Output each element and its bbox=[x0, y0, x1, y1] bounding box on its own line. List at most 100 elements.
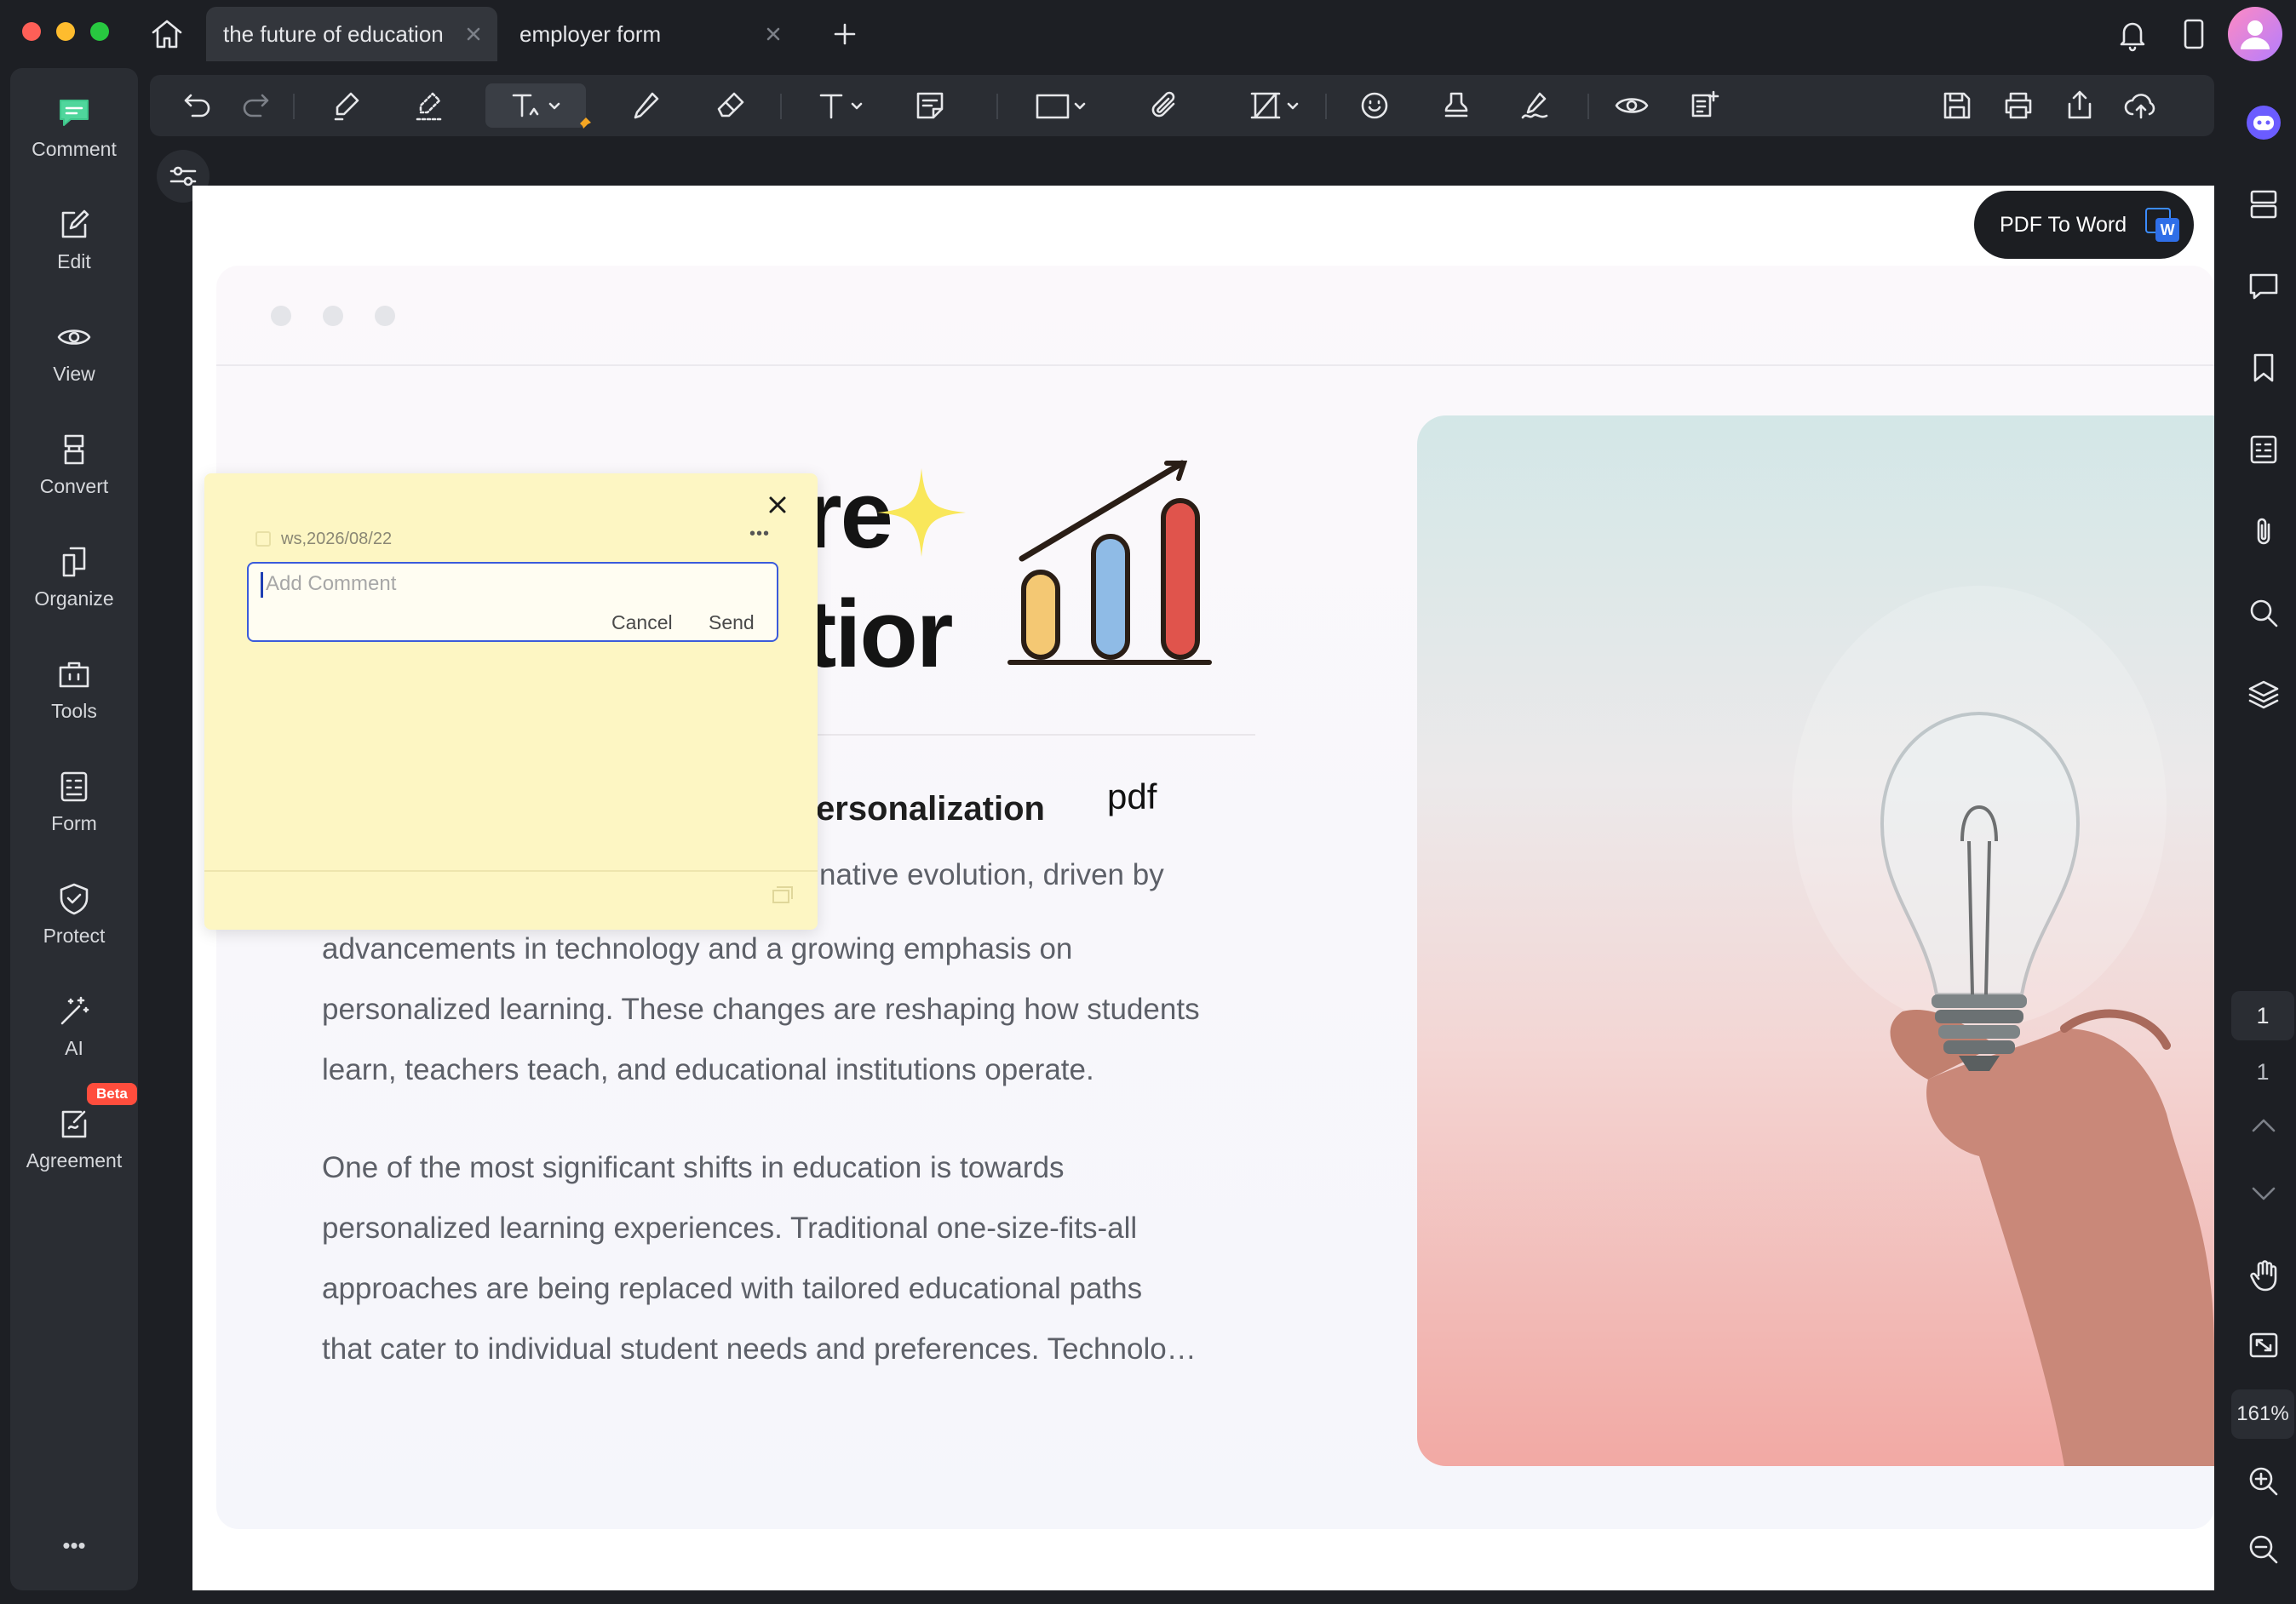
sparkle-decoration bbox=[877, 468, 966, 557]
stamp-icon[interactable] bbox=[1434, 83, 1478, 128]
sidebar-item-organize[interactable]: Organize bbox=[10, 531, 138, 625]
sidebar-item-convert[interactable]: Convert bbox=[10, 419, 138, 513]
decorative-dot bbox=[375, 306, 395, 326]
tools-icon bbox=[59, 662, 89, 688]
toolbar-divider bbox=[1587, 94, 1589, 119]
left-sidebar: Comment Edit View Convert Organize Tools… bbox=[10, 68, 138, 1590]
new-tab-icon[interactable] bbox=[829, 19, 860, 49]
agreement-icon bbox=[61, 1110, 87, 1138]
send-button[interactable]: Send bbox=[709, 611, 755, 634]
pdf-label: pdf bbox=[1107, 776, 1157, 816]
fit-page-icon[interactable] bbox=[2240, 1321, 2287, 1369]
minimize-window-button[interactable] bbox=[56, 22, 75, 41]
page-header-divider bbox=[216, 364, 2214, 366]
sidebar-item-view[interactable]: View bbox=[10, 306, 138, 400]
popup-divider bbox=[204, 870, 818, 872]
maximize-window-button[interactable] bbox=[90, 22, 109, 41]
area-highlight-icon[interactable] bbox=[407, 83, 451, 128]
text-tool[interactable] bbox=[807, 83, 872, 128]
paragraph-2: One of the most significant shifts in ed… bbox=[322, 1137, 1276, 1379]
chevron-down-icon bbox=[1074, 102, 1086, 110]
sidebar-item-label: Edit bbox=[57, 250, 91, 272]
text-markup-tool[interactable] bbox=[485, 83, 586, 128]
save-icon[interactable] bbox=[1935, 83, 1979, 128]
zoom-in-icon[interactable] bbox=[2240, 1458, 2287, 1505]
paragraph-line: that cater to individual student needs a… bbox=[322, 1332, 1197, 1366]
cloud-upload-icon[interactable] bbox=[2119, 83, 2163, 128]
comment-input-placeholder: Add Comment bbox=[266, 572, 397, 595]
toolbar-divider bbox=[293, 94, 295, 119]
ai-assistant-icon[interactable] bbox=[2240, 99, 2287, 146]
form-fields-icon[interactable] bbox=[2240, 426, 2287, 473]
share-icon[interactable] bbox=[2058, 83, 2102, 128]
sidebar-item-comment[interactable]: Comment bbox=[10, 82, 138, 175]
sidebar-item-label: Convert bbox=[39, 475, 109, 497]
signature-icon[interactable] bbox=[1512, 83, 1557, 128]
zoom-out-icon[interactable] bbox=[2240, 1526, 2287, 1573]
next-page-icon[interactable] bbox=[2240, 1170, 2287, 1217]
zoom-level[interactable]: 161% bbox=[2231, 1389, 2294, 1439]
pin-icon bbox=[577, 116, 593, 131]
attachments-panel-icon[interactable] bbox=[2240, 507, 2287, 555]
sidebar-item-protect[interactable]: Protect bbox=[10, 868, 138, 962]
protect-icon bbox=[60, 883, 89, 915]
sidebar-item-ai[interactable]: AI bbox=[10, 981, 138, 1074]
hide-annotations-icon[interactable] bbox=[1608, 83, 1656, 128]
search-icon[interactable] bbox=[2240, 589, 2287, 637]
word-convert-icon: W bbox=[2145, 208, 2180, 242]
close-popup-icon[interactable] bbox=[763, 490, 792, 519]
cancel-button[interactable]: Cancel bbox=[611, 611, 673, 634]
shape-tool[interactable] bbox=[1027, 83, 1095, 128]
attachment-icon[interactable] bbox=[1143, 83, 1187, 128]
thumbnails-icon[interactable] bbox=[2240, 180, 2287, 228]
highlighter-icon[interactable] bbox=[324, 83, 368, 128]
home-icon[interactable] bbox=[145, 12, 189, 56]
toolbar-divider bbox=[996, 94, 998, 119]
close-tab-icon[interactable] bbox=[756, 17, 790, 51]
paragraph-line: native evolution, driven by bbox=[819, 858, 1164, 891]
close-tab-icon[interactable] bbox=[456, 17, 491, 51]
toolbar-divider bbox=[780, 94, 782, 119]
lightbulb-photo bbox=[1417, 415, 2214, 1466]
more-options-button[interactable]: ••• bbox=[10, 1532, 138, 1559]
eraser-icon[interactable] bbox=[709, 83, 753, 128]
bookmark-icon[interactable] bbox=[2240, 344, 2287, 392]
current-page-indicator[interactable]: 1 bbox=[2231, 991, 2294, 1040]
chevron-down-icon bbox=[851, 102, 863, 110]
comment-popup[interactable]: ws,2026/08/22 ••• Add Comment Cancel Sen… bbox=[204, 473, 818, 930]
sidebar-item-form[interactable]: Form bbox=[10, 756, 138, 850]
pdf-to-word-label: PDF To Word bbox=[2000, 212, 2127, 237]
comment-author-date: ws,2026/08/22 bbox=[281, 530, 393, 548]
layers-icon[interactable] bbox=[2240, 671, 2287, 719]
resize-handle-icon[interactable] bbox=[770, 882, 795, 908]
comments-panel-icon[interactable] bbox=[2240, 262, 2287, 310]
title-underline-divider bbox=[818, 734, 1255, 736]
redo-icon[interactable] bbox=[233, 83, 278, 128]
print-icon[interactable] bbox=[1996, 83, 2041, 128]
hand-tool-icon[interactable] bbox=[2240, 1252, 2287, 1299]
device-icon[interactable] bbox=[2173, 14, 2214, 54]
title-bar: the future of education employer form bbox=[0, 0, 2296, 68]
paragraph-line: personalized learning experiences. Tradi… bbox=[322, 1212, 1138, 1245]
comment-list-icon[interactable] bbox=[1683, 83, 1727, 128]
sticky-note-icon[interactable] bbox=[908, 83, 952, 128]
tab-employer-form[interactable]: employer form bbox=[502, 7, 797, 61]
sidebar-item-tools[interactable]: Tools bbox=[10, 644, 138, 737]
avatar[interactable] bbox=[2228, 7, 2282, 61]
previous-page-icon[interactable] bbox=[2240, 1102, 2287, 1149]
sidebar-item-label: Form bbox=[51, 812, 97, 834]
close-window-button[interactable] bbox=[22, 22, 41, 41]
sidebar-item-label: Protect bbox=[43, 925, 106, 947]
sidebar-item-edit[interactable]: Edit bbox=[10, 194, 138, 288]
sticker-icon[interactable] bbox=[1352, 83, 1397, 128]
tab-the-future-of-education[interactable]: the future of education bbox=[206, 7, 497, 61]
comment-more-menu[interactable]: ••• bbox=[749, 524, 770, 544]
comment-input[interactable]: Add Comment Cancel Send bbox=[247, 562, 778, 642]
pencil-icon[interactable] bbox=[623, 83, 668, 128]
undo-icon[interactable] bbox=[175, 83, 220, 128]
sidebar-item-label: AI bbox=[65, 1037, 83, 1059]
sidebar-item-agreement[interactable]: Agreement bbox=[10, 1093, 138, 1187]
measure-tool[interactable] bbox=[1240, 83, 1308, 128]
notification-bell-icon[interactable] bbox=[2112, 14, 2153, 54]
pdf-to-word-button[interactable]: PDF To Word W bbox=[1974, 191, 2194, 259]
